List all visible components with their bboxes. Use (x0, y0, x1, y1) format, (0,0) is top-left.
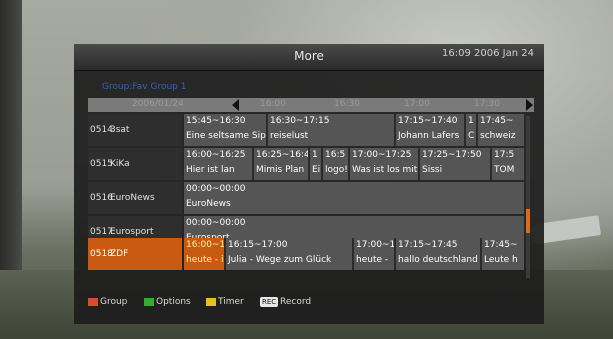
timeline-date: 2006/01/24 (132, 99, 184, 109)
green-key-icon (144, 298, 154, 306)
program-cell[interactable]: 17:45~ Leute h (482, 238, 524, 270)
program-time: 16:00~1 (186, 240, 226, 250)
program-cell[interactable]: 15:45~16:30 Eine seltsame Sip (184, 114, 268, 146)
timeline-time: 16:30 (334, 99, 360, 109)
channel-cell[interactable]: 0516 EuroNews (88, 182, 182, 214)
program-cell[interactable]: 16:15~17:00 Julia - Wege zum Glück (226, 238, 354, 270)
channel-cell[interactable]: 0515 KiKa (88, 148, 182, 180)
program-time: 1 (312, 150, 318, 160)
program-title: Sissi (422, 165, 443, 175)
program-cell[interactable]: 16:5 logo! (323, 148, 350, 180)
program-time: 00:00~00:00 (186, 184, 246, 194)
program-cell[interactable]: 17:00~1 heute - (354, 238, 396, 270)
scrollbar-thumb[interactable] (526, 209, 530, 233)
program-cell[interactable]: 16:25~16:4 Mimis Plan (254, 148, 310, 180)
program-title: TOM (494, 165, 515, 175)
program-title: Mimis Plan (256, 165, 305, 175)
timer-key-label[interactable]: Timer (218, 297, 244, 307)
channel-row-selected[interactable]: 0518 ZDF 16:00~1 heute - i 16:15~17:00 J… (88, 238, 524, 270)
timeline-time: 17:30 (474, 99, 500, 109)
program-time: 17:15~17:45 (398, 240, 458, 250)
program-cell[interactable]: 1 Ei (310, 148, 323, 180)
program-time: 1 (468, 116, 474, 126)
program-time: 17:45~ (484, 240, 518, 250)
program-title: Leute h (484, 255, 518, 265)
footer-keys: Group Options Timer REC Record (74, 292, 544, 314)
program-title: Johann Lafers (398, 131, 460, 141)
program-title: EuroNews (186, 199, 231, 209)
channel-name: EuroNews (110, 193, 155, 203)
program-cell[interactable]: 16:30~17:15 reiselust (268, 114, 396, 146)
program-cell[interactable]: 17:15~17:40 Johann Lafers (396, 114, 466, 146)
program-time: 17:15~17:40 (398, 116, 458, 126)
timeline-bar: 2006/01/24 16:00 16:30 17:00 17:30 (88, 98, 534, 112)
record-key-label[interactable]: Record (280, 297, 311, 307)
group-label: Group:Fav Group 1 (102, 82, 187, 92)
channel-name: 3sat (110, 125, 130, 135)
program-time: 17:00~1 (356, 240, 396, 250)
channel-row[interactable]: 0515 KiKa 16:00~16:25 Hier ist lan 16:25… (88, 148, 524, 180)
options-key-label[interactable]: Options (156, 297, 191, 307)
date-time: 16:09 2006 Jan 24 (442, 48, 534, 59)
arrow-right-icon[interactable] (526, 99, 533, 111)
program-title: Julia - Wege zum Glück (228, 255, 332, 265)
program-time: 16:30~17:15 (270, 116, 330, 126)
arrow-left-icon[interactable] (232, 99, 239, 111)
program-title: heute - (356, 255, 389, 265)
epg-panel: More 16:09 2006 Jan 24 Group:Fav Group 1… (74, 44, 544, 324)
program-time: 00:00~00:00 (186, 218, 246, 228)
program-time: 16:15~17:00 (228, 240, 288, 250)
rec-key-icon: REC (260, 297, 279, 307)
program-cell[interactable]: 1 C (466, 114, 478, 146)
program-cell[interactable]: 17:00~17:25 Was ist los mit (350, 148, 420, 180)
program-cell[interactable]: 00:00~00:00 EuroNews (184, 182, 524, 214)
group-key-label[interactable]: Group (100, 297, 127, 307)
program-time: 16:5 (325, 150, 346, 160)
program-cell[interactable]: 17:15~17:45 hallo deutschland (396, 238, 482, 270)
red-key-icon (88, 298, 98, 306)
channel-row[interactable]: 0514 3sat 15:45~16:30 Eine seltsame Sip … (88, 114, 524, 146)
program-time: 17:00~17:25 (352, 150, 412, 160)
scrollbar-track[interactable] (526, 116, 530, 278)
program-time: 16:00~16:25 (186, 150, 246, 160)
program-title: C (468, 131, 475, 141)
program-cell-selected[interactable]: 16:00~1 heute - i (184, 238, 226, 270)
timeline-time: 16:00 (260, 99, 286, 109)
channel-cell[interactable]: 0518 ZDF (88, 238, 182, 270)
program-time: 16:25~16:4 (256, 150, 310, 160)
program-cell[interactable]: 16:00~16:25 Hier ist lan (184, 148, 254, 180)
program-cell[interactable]: 17:45~ schweiz (478, 114, 524, 146)
timeline-time: 17:00 (404, 99, 430, 109)
program-title: hallo deutschland (398, 255, 478, 265)
program-time: 17:25~17:50 (422, 150, 482, 160)
program-title: reiselust (270, 131, 309, 141)
title-bar: More 16:09 2006 Jan 24 (74, 44, 544, 71)
channel-cell[interactable]: 0514 3sat (88, 114, 182, 146)
program-time: 17:45~ (480, 116, 514, 126)
program-title: Was ist los mit (352, 165, 418, 175)
program-title: Ei (312, 165, 321, 175)
channel-row[interactable]: 0516 EuroNews 00:00~00:00 EuroNews (88, 182, 524, 214)
channel-name: KiKa (110, 159, 130, 169)
program-title: schweiz (480, 131, 516, 141)
program-title: heute - i (186, 255, 224, 265)
program-time: 17:5 (494, 150, 515, 160)
program-cell[interactable]: 17:5 TOM (492, 148, 524, 180)
channel-name: ZDF (110, 249, 129, 259)
program-time: 15:45~16:30 (186, 116, 246, 126)
program-cell[interactable]: 17:25~17:50 Sissi (420, 148, 492, 180)
program-title: Eine seltsame Sip (186, 131, 266, 141)
program-title: Hier ist lan (186, 165, 235, 175)
program-title: logo! (325, 165, 348, 175)
yellow-key-icon (206, 298, 216, 306)
